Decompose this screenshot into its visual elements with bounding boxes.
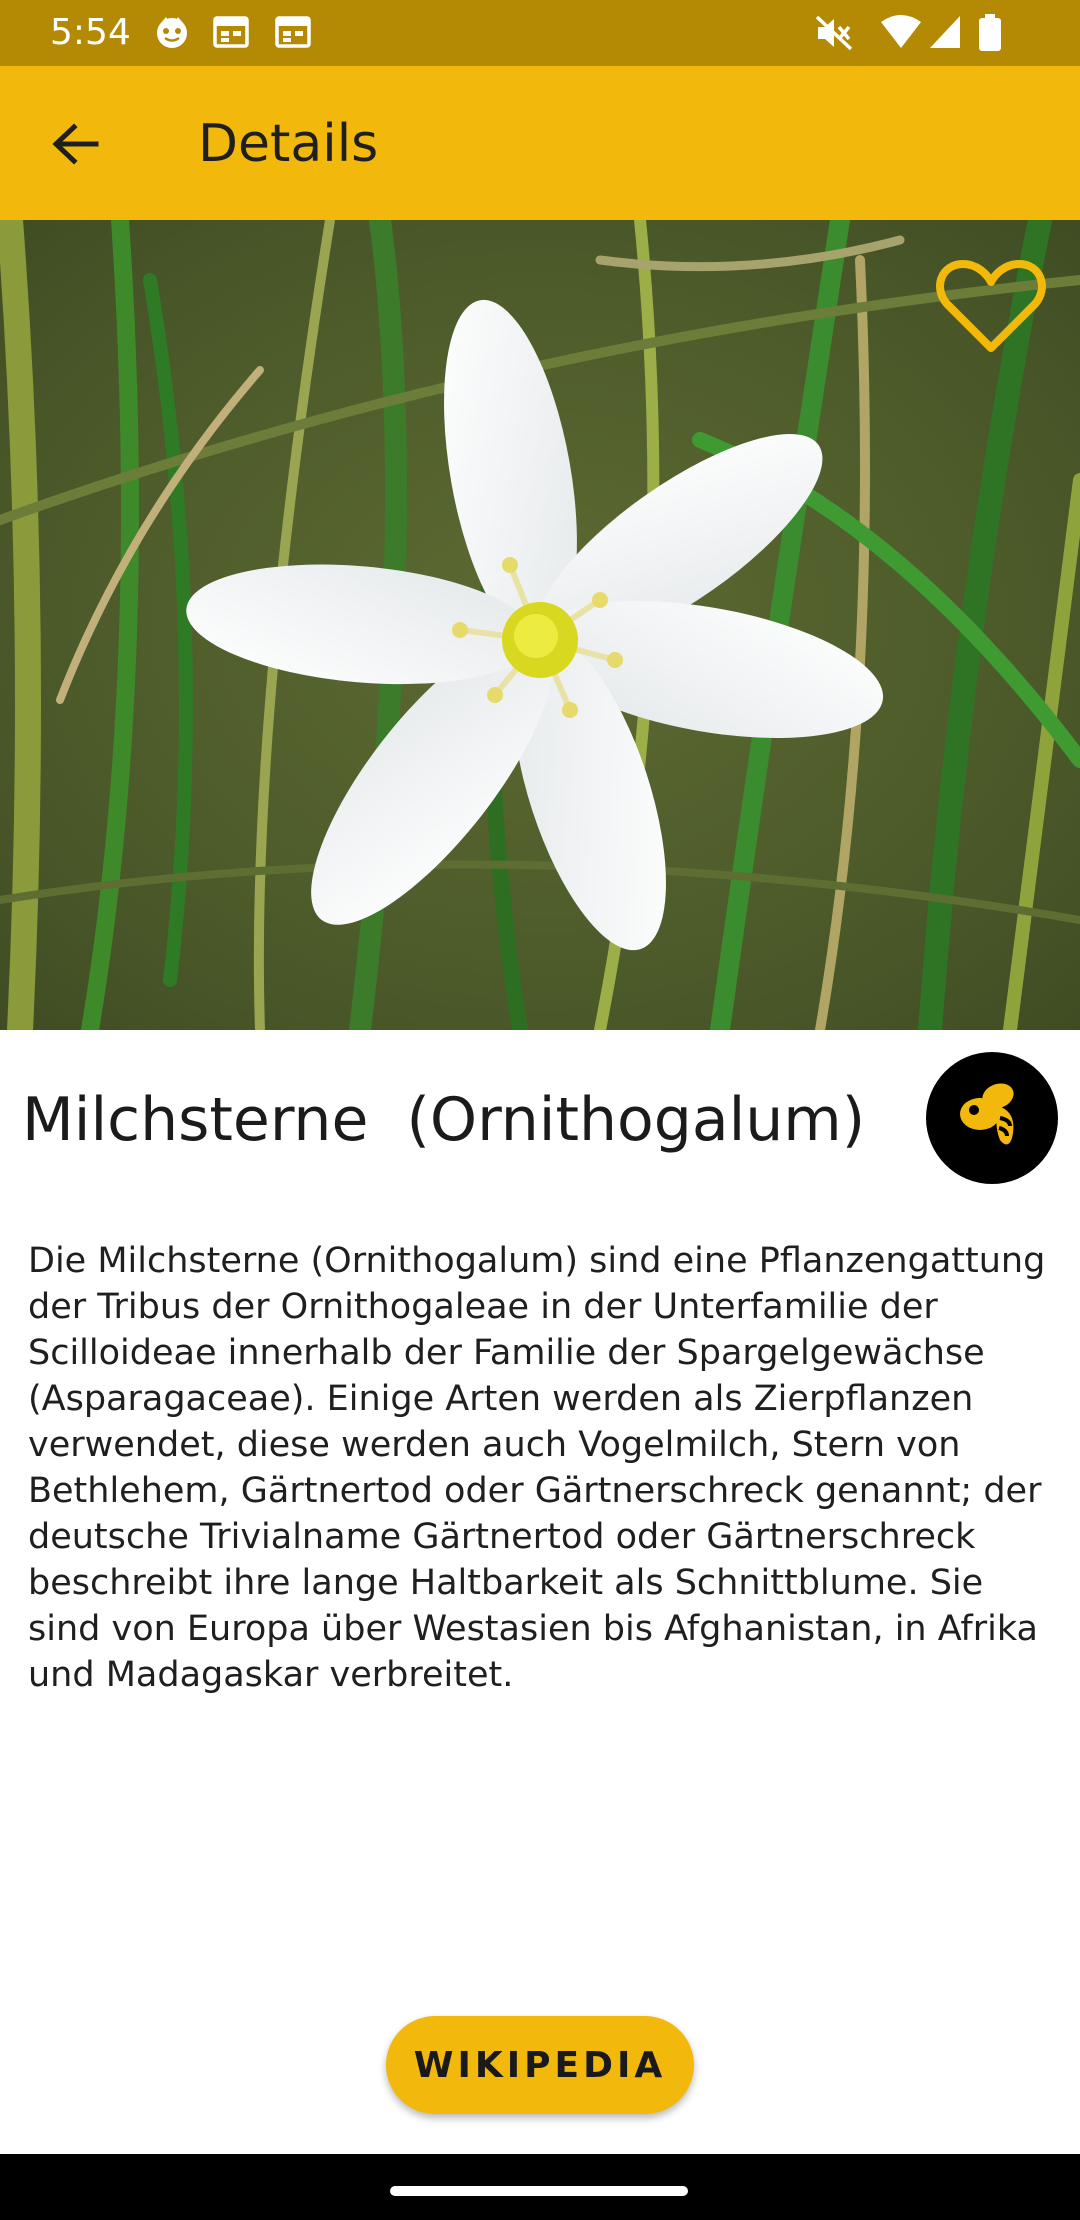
status-time: 5:54 [50,12,131,53]
bee-button[interactable] [926,1052,1058,1184]
home-handle[interactable] [390,2186,688,2196]
back-button[interactable] [30,106,120,186]
plant-image [0,220,1080,1030]
status-bar: 5:54 [0,0,1080,66]
bee-icon [952,1076,1032,1161]
plant-description: Die Milchsterne (Ornithogalum) sind eine… [28,1241,1046,1695]
favorite-button[interactable] [930,252,1052,364]
wifi-icon [880,14,922,55]
calendar-icon [274,14,312,55]
wikipedia-button[interactable]: WIKIPEDIA [386,2016,694,2114]
heart-outline-icon [935,256,1047,361]
app-bar: Details [0,66,1080,220]
mute-icon [814,14,854,57]
battery-icon [978,14,1002,57]
face-icon [154,14,190,55]
calendar-icon [212,14,250,55]
arrow-left-icon [50,122,100,171]
plant-title: Milchsterne (Ornithogalum) [22,1085,866,1155]
page-title: Details [198,114,379,174]
signal-icon [928,14,962,55]
